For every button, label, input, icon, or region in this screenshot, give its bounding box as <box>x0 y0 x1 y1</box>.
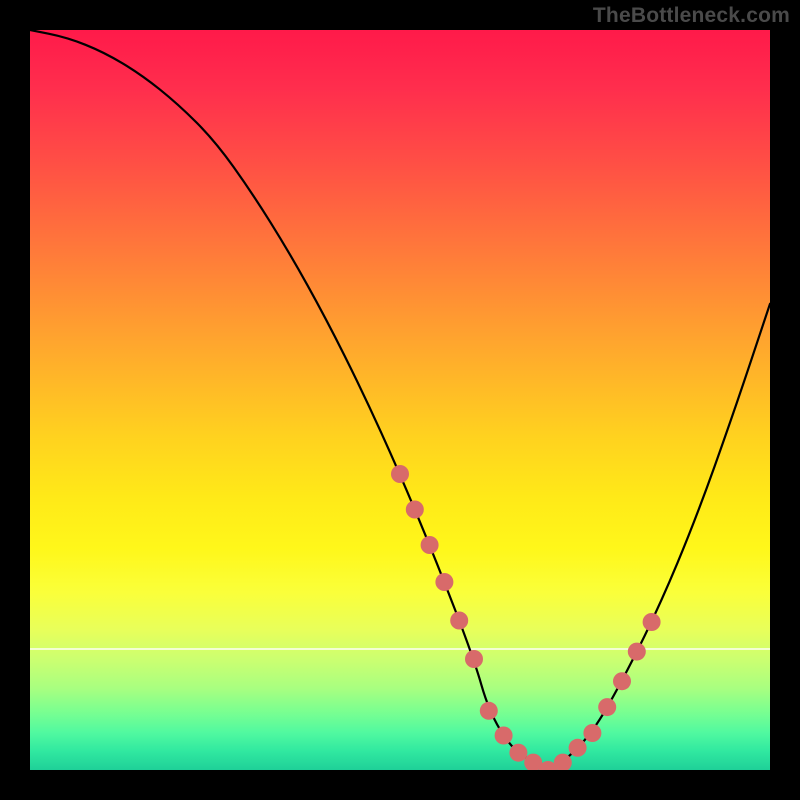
curve-markers <box>391 465 661 770</box>
curve-marker <box>435 573 453 591</box>
curve-marker <box>480 702 498 720</box>
curve-layer <box>30 30 770 770</box>
curve-marker <box>406 501 424 519</box>
curve-marker <box>569 739 587 757</box>
plot-area <box>30 30 770 770</box>
curve-marker <box>583 724 601 742</box>
watermark-text: TheBottleneck.com <box>593 4 790 28</box>
chart-frame: TheBottleneck.com <box>0 0 800 800</box>
curve-marker <box>450 612 468 630</box>
curve-marker <box>495 727 513 745</box>
curve-marker <box>509 744 527 762</box>
curve-marker <box>643 613 661 631</box>
curve-marker <box>465 650 483 668</box>
curve-marker <box>613 672 631 690</box>
bottleneck-curve <box>30 30 770 768</box>
curve-marker <box>628 643 646 661</box>
curve-marker <box>391 465 409 483</box>
curve-marker <box>421 536 439 554</box>
curve-marker <box>598 698 616 716</box>
